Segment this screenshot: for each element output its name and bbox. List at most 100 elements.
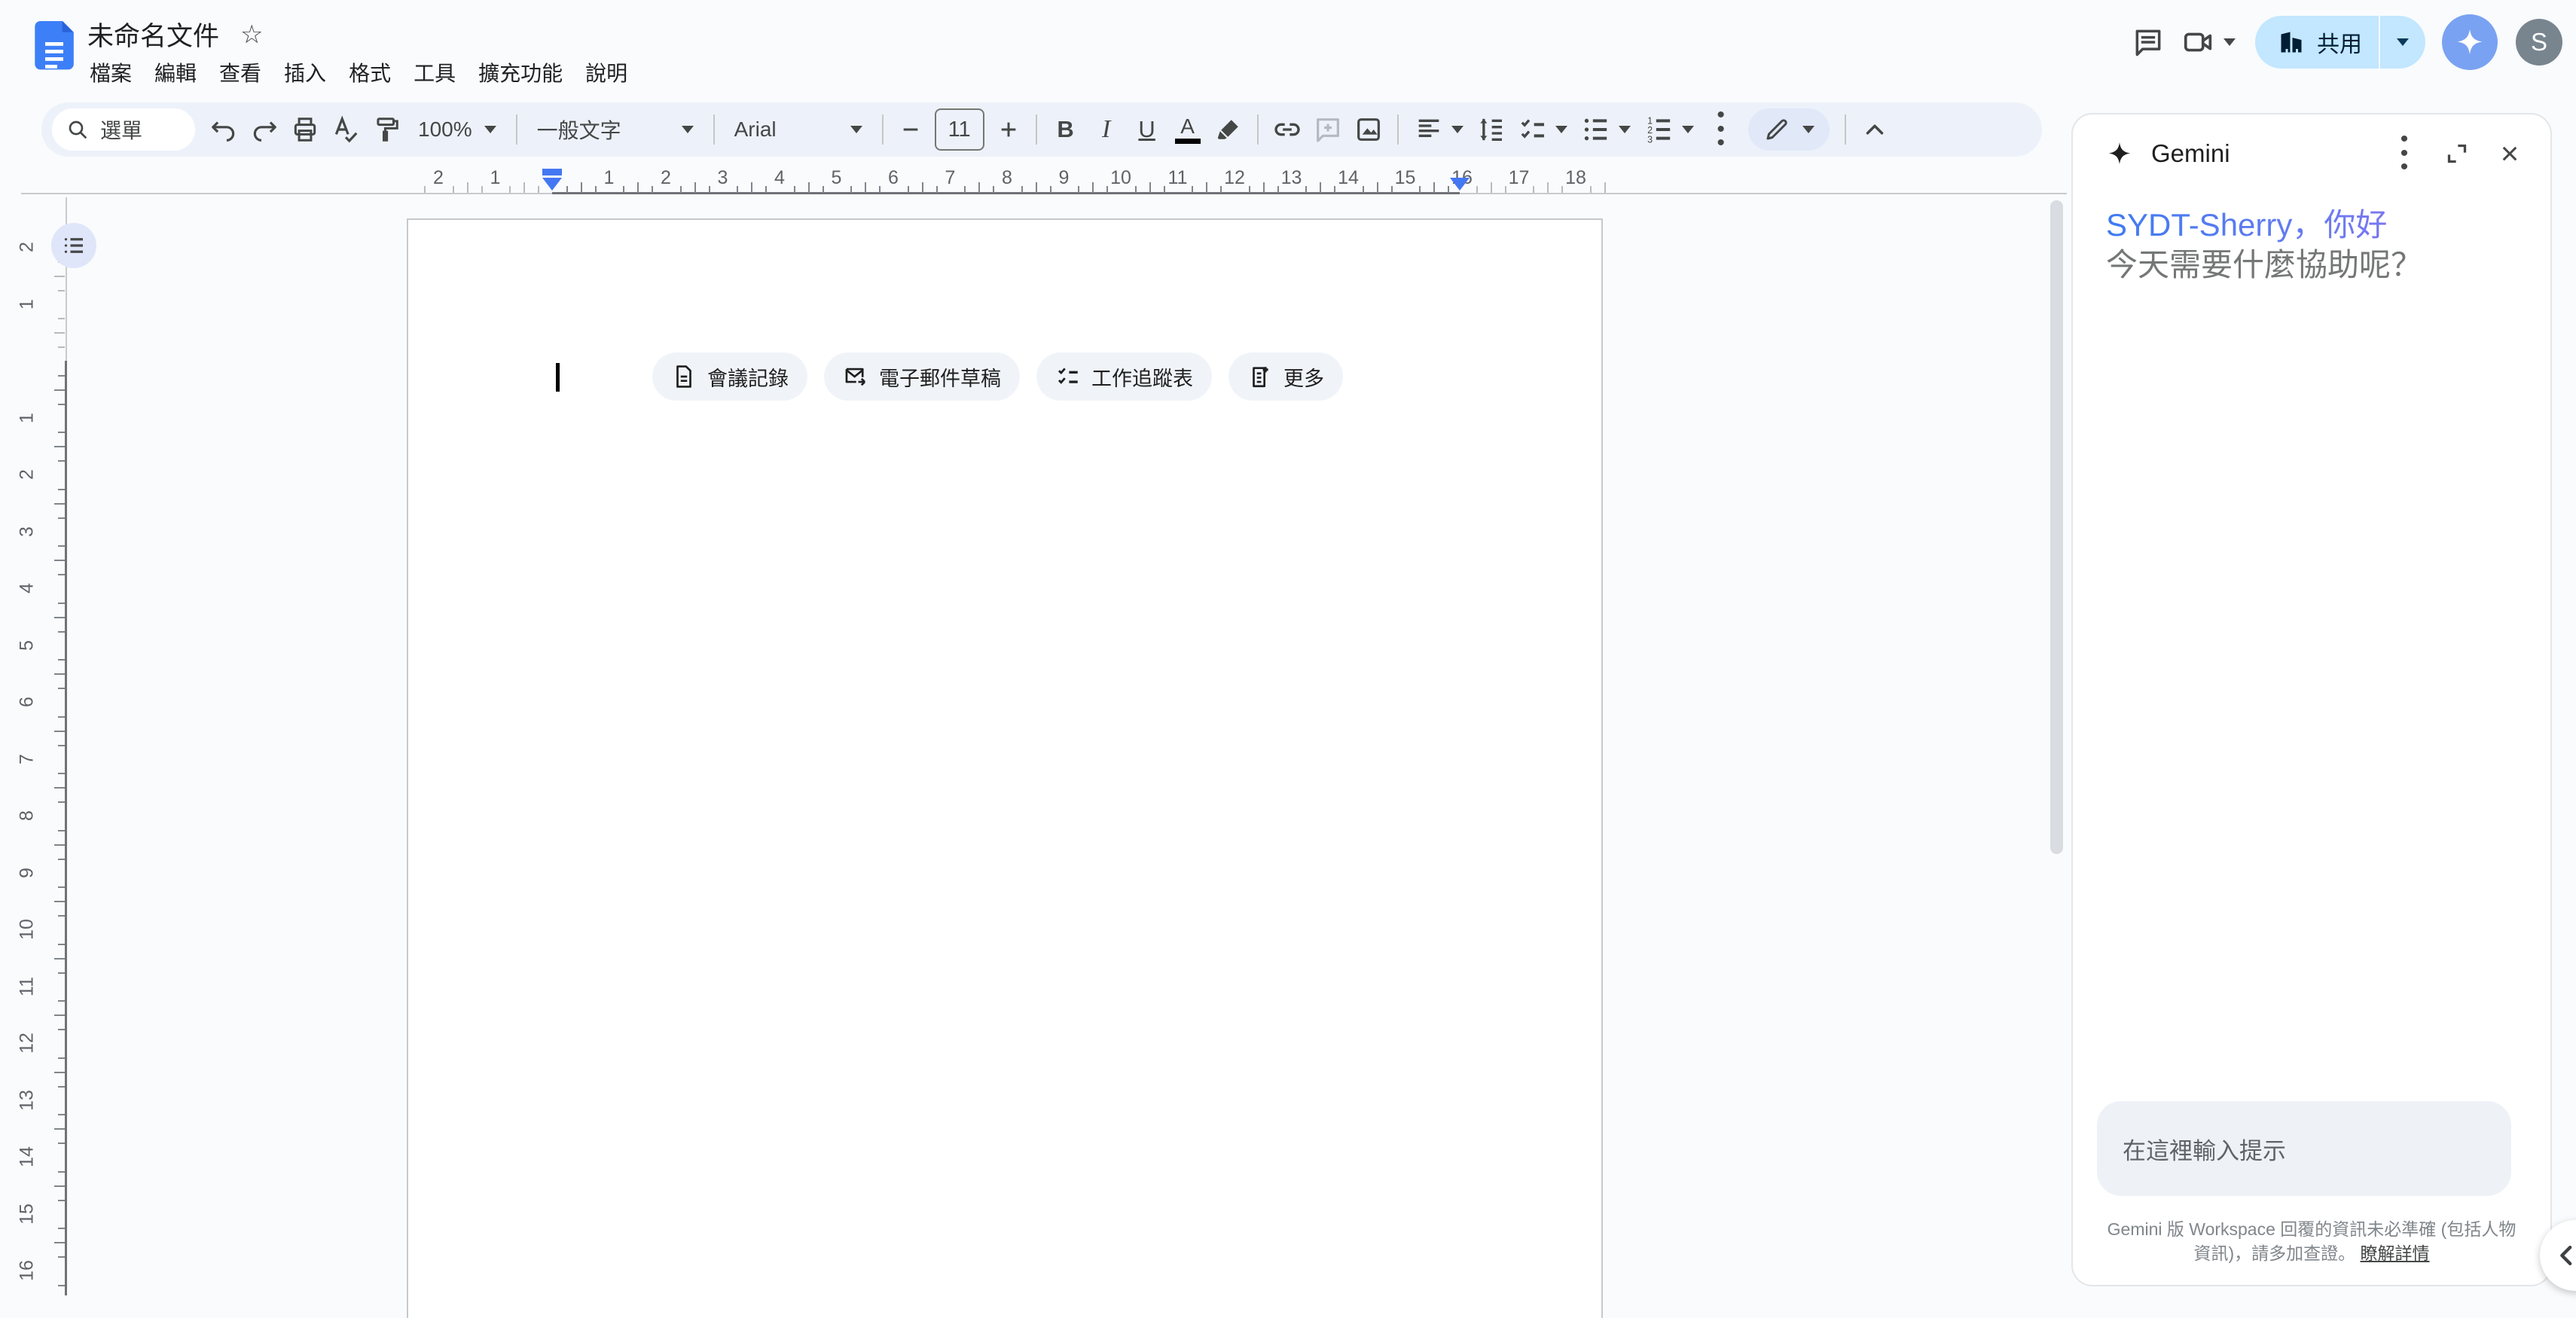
decrease-font-size-button[interactable] bbox=[896, 108, 926, 151]
undo-button[interactable] bbox=[204, 108, 243, 151]
ruler-number: 3 bbox=[718, 167, 728, 189]
ruler-number: 11 bbox=[17, 977, 38, 996]
chevron-down-icon bbox=[2397, 38, 2409, 46]
italic-button[interactable]: I bbox=[1087, 108, 1126, 151]
gemini-prompt-placeholder: 在這裡輸入提示 bbox=[2123, 1132, 2286, 1166]
comments-button[interactable] bbox=[2120, 14, 2177, 71]
close-icon: × bbox=[2501, 138, 2520, 169]
insert-link-button[interactable] bbox=[1268, 108, 1307, 151]
highlight-color-button[interactable] bbox=[1209, 108, 1248, 151]
menu-item-help[interactable]: 說明 bbox=[574, 53, 639, 92]
chevron-down-icon bbox=[2223, 38, 2236, 46]
line-spacing-button[interactable] bbox=[1471, 108, 1510, 151]
underline-label: U bbox=[1138, 116, 1155, 143]
document-tabs-button[interactable] bbox=[51, 223, 96, 268]
ruler-number: 14 bbox=[17, 1146, 38, 1167]
divider bbox=[516, 114, 517, 145]
zoom-select[interactable]: 100% bbox=[407, 108, 507, 151]
ruler-number: 2 bbox=[17, 242, 38, 252]
share-main-segment[interactable]: 共用 bbox=[2255, 16, 2379, 69]
spellcheck-button[interactable] bbox=[326, 108, 365, 151]
left-indent-marker[interactable] bbox=[542, 178, 562, 191]
share-dropdown[interactable] bbox=[2380, 16, 2425, 69]
ruler-number: 1 bbox=[17, 413, 38, 423]
menu-item-file[interactable]: 檔案 bbox=[78, 53, 143, 92]
more-options-button[interactable]: ••• bbox=[1702, 108, 1741, 151]
right-indent-marker[interactable] bbox=[1450, 178, 1470, 191]
gemini-spark-icon bbox=[2452, 25, 2487, 59]
document-tabs-icon bbox=[60, 232, 87, 259]
gemini-panel-title: Gemini bbox=[2151, 139, 2230, 168]
star-icon[interactable]: ☆ bbox=[240, 22, 263, 47]
numbered-list-select[interactable]: 1 2 3 bbox=[1638, 108, 1700, 151]
paint-format-button[interactable] bbox=[367, 108, 406, 151]
font-size-input[interactable]: 11 bbox=[935, 108, 984, 151]
menu-item-extensions[interactable]: 擴充功能 bbox=[467, 53, 574, 92]
underline-button[interactable]: U bbox=[1128, 108, 1167, 151]
menus-search-button[interactable]: 選單 bbox=[52, 108, 195, 151]
text-color-label: A bbox=[1180, 116, 1195, 137]
gemini-launch-button[interactable] bbox=[2442, 14, 2498, 70]
gemini-prompt-input[interactable]: 在這裡輸入提示 bbox=[2097, 1101, 2511, 1196]
chip-label: 電子郵件草稿 bbox=[879, 362, 1001, 392]
ruler-number: 1 bbox=[490, 167, 501, 189]
hide-menus-button[interactable] bbox=[1855, 108, 1894, 151]
document-page[interactable]: 會議記錄 電子郵件草稿 工作追蹤表 更多 bbox=[407, 218, 1603, 1318]
editing-mode-select[interactable] bbox=[1748, 108, 1830, 151]
text-color-button[interactable]: A bbox=[1168, 108, 1207, 151]
avatar[interactable]: S bbox=[2516, 19, 2562, 66]
add-comment-button[interactable] bbox=[1308, 108, 1348, 151]
ruler-number: 6 bbox=[17, 697, 38, 707]
chevron-down-icon bbox=[1555, 126, 1567, 133]
email-icon bbox=[843, 364, 868, 389]
join-call-button[interactable] bbox=[2181, 25, 2236, 59]
ruler-number: 10 bbox=[1110, 167, 1131, 189]
menu-bar: 檔案編輯查看插入格式工具擴充功能說明 bbox=[78, 53, 639, 92]
bullet-list-select[interactable] bbox=[1575, 108, 1637, 151]
ruler-number: 15 bbox=[1395, 167, 1416, 189]
divider bbox=[1845, 114, 1846, 145]
text-color-icon: A bbox=[1175, 116, 1201, 144]
divider bbox=[1397, 114, 1399, 145]
first-line-indent-marker[interactable] bbox=[542, 169, 562, 175]
paragraph-style-select[interactable]: 一般文字 bbox=[526, 108, 704, 151]
suggestion-chip-email-draft[interactable]: 電子郵件草稿 bbox=[824, 352, 1020, 401]
document-scrollbar[interactable] bbox=[2050, 200, 2063, 854]
menu-item-view[interactable]: 查看 bbox=[208, 53, 273, 92]
learn-more-link[interactable]: 瞭解詳情 bbox=[2361, 1243, 2430, 1263]
align-select[interactable] bbox=[1408, 108, 1470, 151]
share-button[interactable]: 共用 bbox=[2255, 16, 2425, 69]
menu-item-edit[interactable]: 編輯 bbox=[143, 53, 208, 92]
suggestion-chip-meeting-notes[interactable]: 會議記錄 bbox=[652, 352, 807, 401]
chip-label: 工作追蹤表 bbox=[1091, 362, 1193, 392]
menu-item-format[interactable]: 格式 bbox=[337, 53, 402, 92]
font-select[interactable]: Arial bbox=[724, 108, 873, 151]
increase-font-size-button[interactable] bbox=[993, 108, 1024, 151]
gemini-expand-button[interactable] bbox=[2436, 133, 2478, 175]
ruler-number: 9 bbox=[1059, 167, 1070, 189]
suggestion-chip-more[interactable]: 更多 bbox=[1228, 352, 1343, 401]
insert-image-button[interactable] bbox=[1349, 108, 1388, 151]
ruler-number: 5 bbox=[17, 640, 38, 651]
ruler-number: 1 bbox=[17, 299, 38, 310]
checklist-select[interactable] bbox=[1512, 108, 1573, 151]
redo-button[interactable] bbox=[245, 108, 284, 151]
ruler-number: 3 bbox=[17, 526, 38, 537]
gemini-more-options-button[interactable]: ••• bbox=[2383, 133, 2425, 175]
docs-logo[interactable] bbox=[35, 21, 74, 74]
menu-item-insert[interactable]: 插入 bbox=[273, 53, 337, 92]
document-title[interactable]: 未命名文件 bbox=[87, 15, 219, 53]
menu-item-tools[interactable]: 工具 bbox=[402, 53, 467, 92]
ruler-number: 12 bbox=[1224, 167, 1245, 189]
ruler-number: 14 bbox=[1338, 167, 1359, 189]
chevron-down-icon bbox=[682, 126, 694, 133]
gemini-close-button[interactable]: × bbox=[2489, 133, 2531, 175]
ruler-number: 8 bbox=[17, 810, 38, 821]
print-button[interactable] bbox=[285, 108, 325, 151]
bold-button[interactable]: B bbox=[1046, 108, 1085, 151]
suggestion-chip-task-tracker[interactable]: 工作追蹤表 bbox=[1036, 352, 1212, 401]
ruler-number: 13 bbox=[17, 1090, 38, 1111]
divider bbox=[713, 114, 715, 145]
font-size-value: 11 bbox=[948, 117, 971, 142]
ruler-number: 18 bbox=[1565, 167, 1586, 189]
